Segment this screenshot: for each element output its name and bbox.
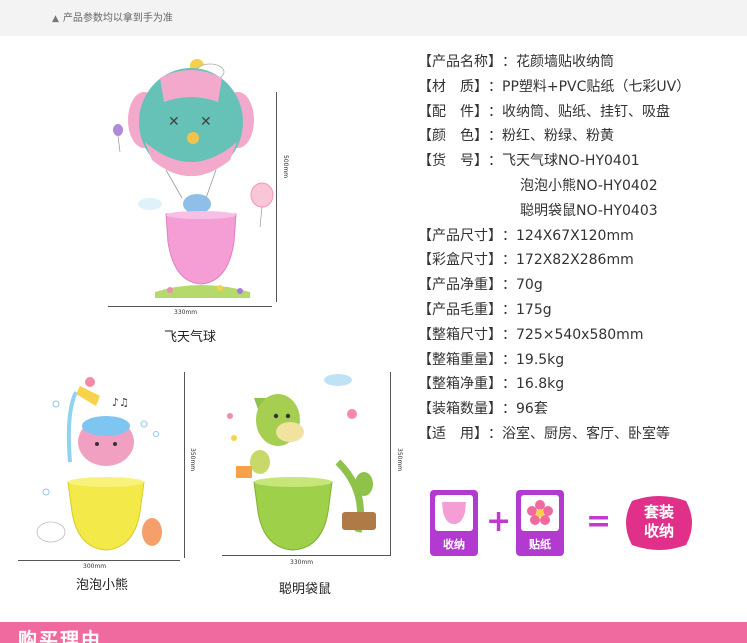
spec-value: ：175g (502, 301, 552, 318)
width-ruler (108, 306, 272, 307)
spec-row-gross-weight: 【产品毛重】：175g (418, 298, 738, 323)
spec-row-box-size: 【彩盒尺寸】：172X82X286mm (418, 248, 738, 273)
spec-row-net-weight: 【产品净重】：70g (418, 273, 738, 298)
spec-row-item-number-3: 聪明袋鼠NO-HY0403 (418, 199, 738, 224)
spec-label: 【产品净重】 (418, 277, 502, 294)
width-ruler (18, 560, 180, 561)
height-ruler (390, 372, 391, 556)
height-dimension: 500mm (282, 155, 289, 179)
spec-value: ：粉红、粉绿、粉黄 (488, 128, 614, 145)
spec-row-carton-net-weight: 【整箱净重】：16.8kg (418, 372, 738, 397)
sticker-tile: 贴纸 (516, 490, 564, 556)
shower-pipe (66, 391, 78, 463)
kangaroo-product-image (227, 374, 376, 551)
set-badge: 套装 收纳 (622, 493, 696, 553)
spec-label: 【彩盒尺寸】 (418, 252, 502, 269)
spec-row-usage: 【适 用】：浴室、厨房、客厅、卧室等 (418, 422, 738, 447)
height-dimension: 350mm (396, 448, 403, 472)
spec-label: 【配 件】 (418, 103, 488, 120)
spec-row-product-size: 【产品尺寸】：124X67X120mm (418, 224, 738, 249)
balloon-product-image: ✕ ✕ (113, 59, 274, 298)
book-icon (236, 466, 252, 478)
kit-equation: 收纳 + 贴纸 = 套装 收纳 (430, 490, 720, 560)
spec-value: ：725×540x580mm (502, 326, 644, 343)
spec-label: 【材 质】 (418, 78, 488, 95)
spec-label: 【整箱净重】 (418, 376, 502, 393)
top-bar: ▲ 产品参数均以拿到手为准 (0, 0, 747, 36)
yellow-storage-cup (67, 481, 145, 551)
bear-icon (183, 194, 211, 214)
height-dimension: 350mm (189, 448, 196, 472)
toy-icon (142, 518, 162, 546)
height-ruler (276, 92, 277, 302)
svg-text:✕: ✕ (200, 114, 212, 130)
spec-label: 【整箱重量】 (418, 351, 502, 368)
bottom-banner: 购买理由 (0, 622, 747, 643)
spec-row-carton-weight: 【整箱重量】：19.5kg (418, 348, 738, 373)
spec-value: ：19.5kg (502, 351, 565, 368)
svg-text:♪♫: ♪♫ (112, 396, 129, 409)
bird-icon (347, 409, 357, 419)
spec-row-accessories: 【配 件】：收纳筒、贴纸、挂钉、吸盘 (418, 100, 738, 125)
product-caption: 泡泡小熊 (75, 578, 128, 593)
spec-label: 【货 号】 (418, 153, 488, 170)
set-label: 套装 收纳 (643, 503, 674, 540)
spec-value: 聪明袋鼠NO-HY0403 (520, 202, 658, 219)
spec-label: 【产品毛重】 (418, 301, 502, 318)
bird-icon (85, 377, 95, 387)
spec-value: ：172X82X286mm (502, 252, 634, 269)
cat-icon (36, 521, 66, 543)
pink-storage-cup (165, 213, 237, 285)
spec-label: 【整箱尺寸】 (418, 326, 502, 343)
spec-value: ：花颜墙贴收纳筒 (502, 54, 614, 70)
small-kangaroo-icon (355, 472, 373, 496)
equals-sign: = (586, 504, 612, 539)
spec-value: ：浴室、厨房、客厅、卧室等 (488, 425, 670, 442)
height-ruler (184, 372, 185, 558)
spec-value: ：收纳筒、贴纸、挂钉、吸盘 (488, 103, 670, 120)
spec-label: 【装箱数量】 (418, 401, 502, 418)
product-caption: 聪明袋鼠 (278, 582, 331, 597)
spec-label: 【产品名称】 (418, 54, 502, 70)
spec-row-name: 【产品名称】：花颜墙贴收纳筒 (418, 50, 738, 75)
small-balloon-icon (113, 124, 123, 136)
spec-row-color: 【颜 色】：粉红、粉绿、粉黄 (418, 124, 738, 149)
bear-product-image: ♪♫ (36, 377, 162, 551)
product-caption: 飞天气球 (163, 330, 216, 345)
width-dimension: 330mm (290, 559, 314, 566)
plus-sign: + (486, 504, 512, 539)
spec-row-item-number: 【货 号】：飞天气球NO-HY0401 (418, 149, 738, 174)
spec-label: 【产品尺寸】 (418, 227, 502, 244)
spec-value: ：PP塑料+PVC贴纸（七彩UV） (488, 78, 691, 95)
tree-stump (342, 512, 376, 530)
spec-value: ：124X67X120mm (502, 227, 634, 244)
spec-label: 【适 用】 (418, 425, 488, 442)
spec-row-material: 【材 质】：PP塑料+PVC贴纸（七彩UV） (418, 75, 738, 100)
storage-label: 收纳 (443, 538, 465, 551)
shower-head-icon (76, 386, 100, 406)
width-ruler (222, 555, 390, 556)
cup-icon (435, 495, 473, 531)
small-balloon-icon (250, 182, 274, 208)
width-dimension: 330mm (174, 309, 198, 316)
spec-list: 【产品名称】：花颜墙贴收纳筒 【材 质】：PP塑料+PVC贴纸（七彩UV） 【配… (418, 50, 738, 447)
spec-value: ：96套 (502, 401, 548, 418)
spec-value: ：飞天气球NO-HY0401 (488, 153, 640, 170)
green-storage-cup (253, 481, 333, 551)
triangle-icon: ▲ (52, 14, 59, 24)
flower-icon (521, 495, 559, 531)
spec-label: 【颜 色】 (418, 128, 488, 145)
svg-text:✕: ✕ (168, 114, 180, 130)
spec-row-carton-size: 【整箱尺寸】：725×540x580mm (418, 323, 738, 348)
spec-value: ：70g (502, 277, 543, 294)
storage-tile: 收纳 (430, 490, 478, 556)
spec-value: ：16.8kg (502, 376, 565, 393)
spec-row-carton-quantity: 【装箱数量】：96套 (418, 397, 738, 422)
spec-value: 泡泡小熊NO-HY0402 (520, 177, 658, 194)
spec-row-item-number-2: 泡泡小熊NO-HY0402 (418, 174, 738, 199)
top-note: ▲ 产品参数均以拿到手为准 (52, 13, 173, 24)
section-title: 购买理由 (18, 629, 103, 643)
width-dimension: 300mm (83, 563, 107, 570)
sticker-label: 贴纸 (529, 538, 551, 551)
